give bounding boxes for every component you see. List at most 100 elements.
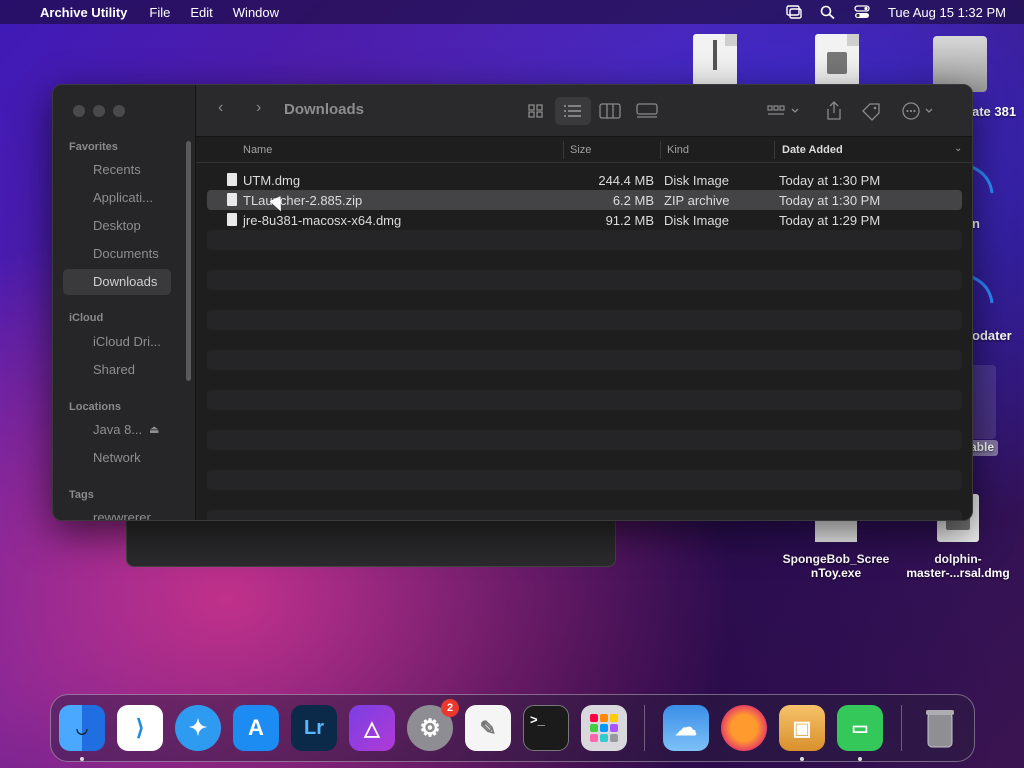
window-title: Downloads — [284, 101, 365, 118]
eject-icon[interactable]: ⏏ — [149, 423, 159, 436]
empty-row — [207, 430, 962, 450]
back-icon[interactable]: ‹ — [218, 99, 223, 117]
list-view-button[interactable] — [555, 97, 591, 125]
forward-icon[interactable]: › — [256, 99, 261, 117]
launchpad-icon[interactable] — [581, 705, 627, 751]
finder-icon[interactable]: ◡ — [59, 705, 105, 761]
sidebar-item-icloud-drive[interactable]: iCloud Dri... — [63, 329, 171, 355]
desktop-zip-icon[interactable] — [692, 34, 738, 86]
dock: ◡ ⟩ ✦ A Lr △ ⚙ 2 ✎ >_ ☁ ▣ ▭ — [50, 694, 975, 762]
ellipsis-circle-icon — [902, 102, 933, 120]
sidebar-item-tag[interactable]: rewwrerer... — [63, 505, 171, 520]
share-button[interactable] — [816, 97, 852, 125]
table-row[interactable]: UTM.dmg 244.4 MB Disk Image Today at 1:3… — [207, 170, 962, 190]
gallery-view-button[interactable] — [629, 97, 665, 125]
textedit-icon[interactable]: ✎ — [465, 705, 511, 751]
dock-separator — [901, 705, 902, 751]
firefox-icon[interactable] — [721, 705, 767, 751]
sidebar-item-recents[interactable]: Recents — [63, 157, 171, 183]
desktop-label-dolphin-1: dolphin- — [934, 552, 982, 566]
empty-row — [207, 350, 962, 370]
desktop-label-spongebob-1: SpongeBob_Scree — [782, 552, 890, 566]
file-size: 6.2 MB — [612, 193, 654, 208]
desktop-label-partial-1[interactable]: ate 381 — [972, 104, 1024, 119]
facetime-icon[interactable]: ▭ — [837, 705, 883, 761]
table-row[interactable]: TLauncher-2.885.zip 6.2 MB ZIP archive T… — [207, 190, 962, 210]
empty-row — [207, 310, 962, 330]
window-controls — [73, 105, 125, 117]
finder-toolbar: ‹ › Downloads — [196, 85, 972, 137]
launchpad-grid-icon — [590, 714, 618, 742]
desktop-label-dolphin-2: master-...rsal.dmg — [906, 566, 1010, 580]
blue-arc-icon — [971, 275, 994, 304]
installer-file-icon — [815, 34, 859, 86]
close-button[interactable] — [73, 105, 85, 117]
share-icon — [827, 101, 841, 120]
menu-edit[interactable]: Edit — [190, 5, 212, 20]
trash-can-icon — [926, 710, 954, 748]
desktop-spongebob[interactable]: SpongeBob_Scree nToy.exe — [776, 520, 896, 580]
sidebar-item-desktop[interactable]: Desktop — [63, 213, 171, 239]
desktop-label-partial-3[interactable]: odater — [972, 328, 1024, 343]
sidebar-scrollbar[interactable] — [186, 141, 191, 381]
finder-sidebar: Favorites Recents Applicati... Desktop D… — [53, 85, 196, 520]
file-date: Today at 1:29 PM — [779, 213, 881, 228]
file-kind: Disk Image — [664, 213, 730, 228]
screen-mirror-icon[interactable] — [786, 5, 802, 19]
table-row[interactable]: jre-8u381-macosx-x64.dmg 91.2 MB Disk Im… — [207, 210, 962, 230]
file-size: 91.2 MB — [605, 213, 654, 228]
menu-bar: Archive Utility File Edit Window Tue Aug… — [0, 0, 1024, 24]
menu-window[interactable]: Window — [233, 5, 279, 20]
column-name[interactable]: Name — [243, 144, 272, 156]
sort-chevron-icon[interactable]: ⌄ — [954, 143, 962, 154]
column-view-button[interactable] — [592, 97, 628, 125]
file-list: Name Size Kind Date Added ⌄ UTM.dmg 244.… — [196, 137, 972, 520]
weather-icon[interactable]: ☁ — [663, 705, 709, 751]
zoom-button[interactable] — [113, 105, 125, 117]
tag-button[interactable] — [853, 97, 889, 125]
file-kind: Disk Image — [664, 173, 730, 188]
column-size[interactable]: Size — [570, 144, 591, 156]
column-date-added[interactable]: Date Added — [782, 144, 843, 156]
terminal-icon[interactable]: >_ — [523, 705, 569, 751]
file-icon — [227, 193, 237, 206]
desktop-label-spongebob-2: nToy.exe — [810, 566, 862, 580]
sidebar-item-network[interactable]: Network — [63, 445, 171, 471]
list-icon — [564, 105, 581, 117]
column-kind[interactable]: Kind — [667, 144, 689, 156]
safari-icon[interactable]: ✦ — [175, 705, 221, 751]
sidebar-header-tags: Tags — [69, 489, 94, 501]
sidebar-item-downloads[interactable]: Downloads — [63, 269, 171, 295]
system-settings-icon[interactable]: ⚙ 2 — [407, 699, 459, 751]
sidebar-item-documents[interactable]: Documents — [63, 241, 171, 267]
desktop-installer-icon[interactable] — [814, 34, 860, 86]
app-menu[interactable]: Archive Utility — [40, 5, 127, 20]
icon-view-button[interactable] — [518, 97, 554, 125]
grid-icon — [528, 104, 543, 118]
group-button[interactable] — [762, 97, 806, 125]
sidebar-item-applications[interactable]: Applicati... — [63, 185, 171, 211]
file-date: Today at 1:30 PM — [779, 193, 881, 208]
affinity-photo-icon[interactable]: △ — [349, 705, 395, 751]
columns-icon — [599, 103, 621, 119]
vscode-icon[interactable]: ⟩ — [117, 705, 163, 751]
tag-icon — [862, 103, 880, 121]
desktop-label-partial-2[interactable]: n — [972, 216, 1024, 231]
trash-icon[interactable] — [917, 705, 963, 751]
empty-row — [207, 230, 962, 250]
minimize-button[interactable] — [93, 105, 105, 117]
file-name: TLauncher-2.885.zip — [243, 193, 363, 208]
sidebar-item-shared[interactable]: Shared — [63, 357, 171, 383]
column-header: Name Size Kind Date Added ⌄ — [196, 137, 972, 163]
archive-utility-icon[interactable]: ▣ — [779, 705, 825, 761]
empty-row — [207, 470, 962, 490]
control-center-icon[interactable] — [854, 5, 870, 19]
gallery-icon — [636, 103, 658, 118]
more-actions-button[interactable] — [896, 97, 940, 125]
group-icon — [767, 105, 799, 115]
lightroom-icon[interactable]: Lr — [291, 705, 337, 751]
menu-file[interactable]: File — [149, 5, 170, 20]
app-store-icon[interactable]: A — [233, 705, 279, 751]
menubar-clock[interactable]: Tue Aug 15 1:32 PM — [888, 5, 1006, 20]
spotlight-icon[interactable] — [820, 5, 836, 19]
